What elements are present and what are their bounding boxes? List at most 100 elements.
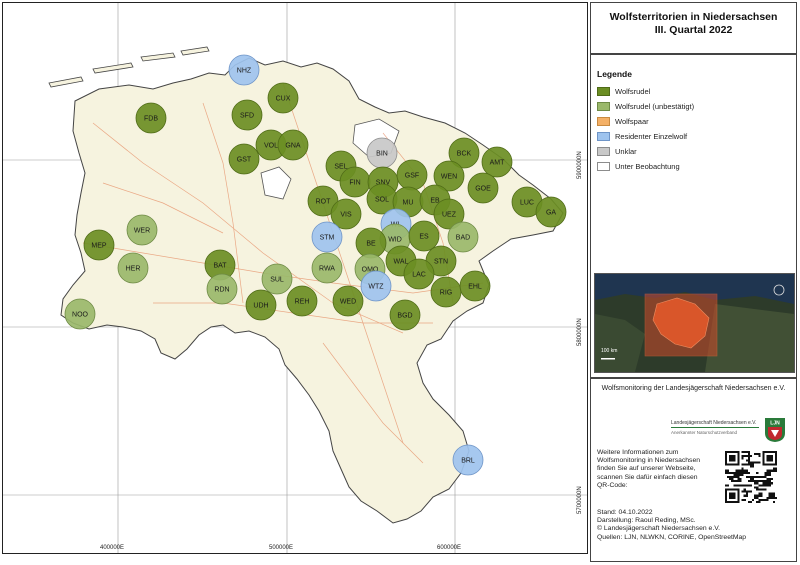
map-subtitle: III. Quartal 2022: [654, 24, 733, 36]
territory-label: WTZ: [368, 284, 384, 291]
territory-wer[interactable]: WER: [126, 214, 158, 246]
territory-stm[interactable]: STM: [311, 221, 343, 253]
territory-lac[interactable]: LAC: [403, 258, 435, 290]
legend-item-unklar: Unklar: [597, 145, 637, 157]
y-tick-label: 5700000N: [577, 486, 583, 514]
territory-label: GST: [237, 157, 252, 164]
territory-label: EHL: [468, 284, 482, 291]
legend-swatch: [597, 86, 610, 96]
territory-label: MU: [403, 200, 414, 207]
territory-rdn[interactable]: RDN: [206, 273, 238, 305]
territory-label: WAL: [394, 259, 409, 266]
legend-item-wolfsrudel: Wolfsrudel: [597, 85, 650, 97]
x-tick-label: 400000E: [100, 545, 125, 551]
territory-label: BIN: [376, 151, 388, 158]
logo-divider: [671, 427, 759, 428]
territory-cux[interactable]: CUX: [267, 82, 299, 114]
territory-es[interactable]: ES: [408, 220, 440, 252]
legend-label: Residenter Einzelwolf: [615, 131, 688, 141]
emblem-text: LJN: [770, 421, 780, 427]
territory-her[interactable]: HER: [117, 252, 149, 284]
territory-label: SEL: [334, 164, 347, 171]
territory-fin[interactable]: FIN: [339, 166, 371, 198]
territory-ehl[interactable]: EHL: [459, 270, 491, 302]
territory-ga[interactable]: GA: [535, 196, 567, 228]
territory-gst[interactable]: GST: [228, 143, 260, 175]
territory-rwa[interactable]: RWA: [311, 252, 343, 284]
legend-label: Unklar: [615, 146, 637, 156]
territory-be[interactable]: BE: [355, 227, 387, 259]
territory-label: HER: [126, 266, 141, 273]
territory-udh[interactable]: UDH: [245, 289, 277, 321]
territory-label: GA: [546, 210, 556, 217]
territory-goe[interactable]: GOE: [467, 172, 499, 204]
territory-label: GSF: [405, 173, 419, 180]
territory-mep[interactable]: MEP: [83, 229, 115, 261]
territory-rig[interactable]: RIG: [430, 276, 462, 308]
territory-label: GOE: [475, 186, 491, 193]
territory-label: AMT: [490, 160, 506, 167]
info-line: Weitere Informationen zum: [597, 449, 679, 456]
territory-label: BCK: [457, 151, 472, 158]
info-line: scannen Sie dafür einfach diesen: [597, 473, 698, 481]
legend: Legende Wolfsrudel Wolfsrudel (unbestäti…: [590, 54, 797, 378]
territory-label: ES: [419, 234, 429, 241]
legend-item-wolfspaar: Wolfspaar: [597, 115, 649, 127]
inset-scale-label: 100 km: [601, 348, 618, 354]
territory-label: STN: [434, 259, 448, 266]
territory-label: BE: [366, 241, 376, 248]
territory-sul[interactable]: SUL: [261, 263, 293, 295]
territory-label: REH: [295, 299, 310, 306]
territory-label: BAT: [213, 263, 227, 270]
map-title: Wolfsterritorien in Niedersachsen: [609, 11, 778, 23]
legend-item-unter-beobachtung: Unter Beobachtung: [597, 160, 680, 172]
territory-bgd[interactable]: BGD: [389, 299, 421, 331]
territory-gsf[interactable]: GSF: [396, 159, 428, 191]
territory-label: FDB: [144, 116, 158, 123]
ljn-emblem-icon: LJN: [765, 418, 785, 442]
territory-wed[interactable]: WED: [332, 285, 364, 317]
legend-label: Wolfspaar: [615, 116, 649, 126]
inset-canvas: [595, 274, 794, 372]
territory-fdb[interactable]: FDB: [135, 102, 167, 134]
logo-subtitle: Anerkannter Naturschutzverband: [671, 430, 738, 435]
territory-label: ROT: [316, 199, 332, 206]
territory-label: WEN: [441, 174, 457, 181]
map-frame[interactable]: NHZ CUX SFD FDB VOL GNA GST BIN BCK AMT SEL FIN SNV G…: [2, 2, 588, 554]
territory-bad[interactable]: BAD: [447, 221, 479, 253]
territory-sfd[interactable]: SFD: [231, 99, 263, 131]
territory-label: SOL: [375, 197, 389, 204]
x-tick-label: 600000E: [437, 545, 462, 551]
territory-amt[interactable]: AMT: [481, 146, 513, 178]
overview-inset-map: 100 km: [594, 273, 795, 373]
legend-label: Wolfsrudel: [615, 86, 651, 96]
territory-nhz[interactable]: NHZ: [228, 54, 260, 86]
legend-item-einzelwolf: Residenter Einzelwolf: [597, 130, 687, 142]
territory-label: NOO: [72, 312, 89, 319]
territory-label: VIS: [340, 212, 352, 219]
legend-item-wolfsrudel-unbestaetigt: Wolfsrudel (unbestätigt): [597, 100, 694, 112]
territory-bin[interactable]: BIN: [366, 137, 398, 169]
territory-reh[interactable]: REH: [286, 285, 318, 317]
territory-label: WED: [340, 299, 356, 306]
territory-label: FIN: [349, 180, 360, 187]
territory-label: BRL: [461, 458, 475, 465]
territory-brl[interactable]: BRL: [452, 444, 484, 476]
territory-noo[interactable]: NOO: [64, 298, 96, 330]
credits: Stand: 04.10.2022 Darstellung: Raoul Red…: [597, 509, 746, 542]
territory-wtz[interactable]: WTZ: [360, 270, 392, 302]
info-box: Wolfsmonitoring der Landesjägerschaft Ni…: [590, 378, 797, 562]
legend-swatch: [597, 161, 610, 171]
map-canvas[interactable]: NHZCUXSFDFDBVOL GNAGSTBIN BCKAMTSELFIN SNVG…: [3, 3, 587, 553]
territory-label: UEZ: [442, 212, 457, 219]
legend-swatch: [597, 146, 610, 156]
ljn-logo: Landesjägerschaft Niedersachsen e.V. Ane…: [671, 417, 786, 445]
legend-heading: Legende: [597, 69, 632, 79]
territory-gna[interactable]: GNA: [277, 129, 309, 161]
y-tick-label: 5900000N: [577, 151, 583, 179]
credit-line: Stand: 04.10.2022: [597, 509, 653, 516]
title-box: Wolfsterritorien in Niedersachsen III. Q…: [590, 2, 797, 54]
territory-label: GNA: [285, 143, 301, 150]
qr-code[interactable]: [725, 451, 777, 503]
territory-label: BAD: [456, 235, 470, 242]
